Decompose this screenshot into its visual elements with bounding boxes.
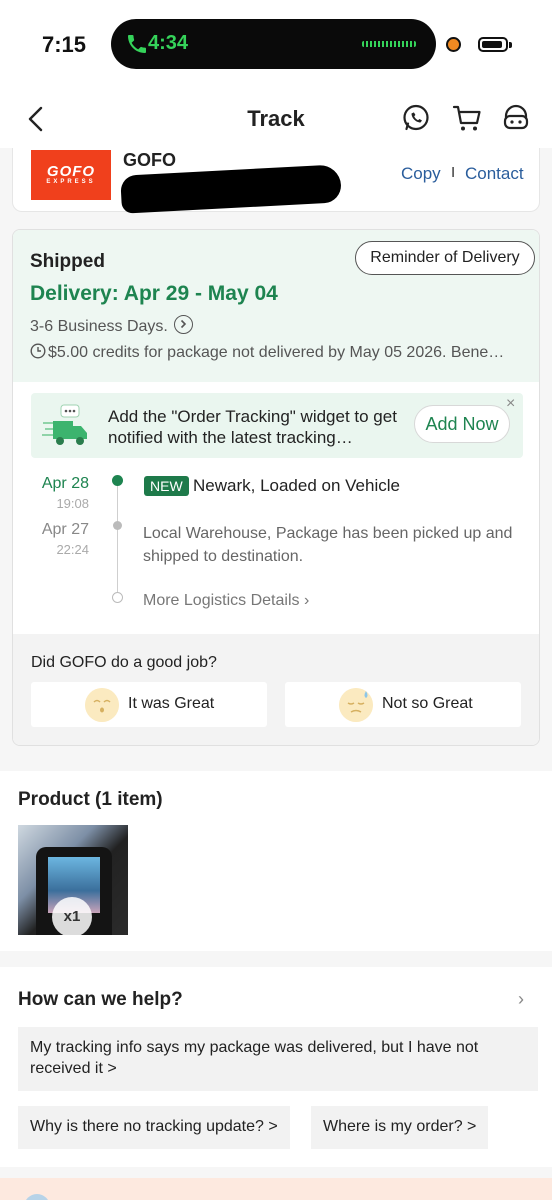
- nav-bar: Track: [0, 90, 552, 148]
- chevron-right-icon[interactable]: ›: [518, 989, 524, 1010]
- waveform-icon: [362, 41, 416, 47]
- timeline-date: Apr 28: [41, 475, 89, 492]
- redacted-tracking-number: [120, 164, 342, 214]
- courier-card: GOFO EXPRESS GOFO Copy I Contact: [12, 148, 540, 214]
- timeline-time: 22:24: [56, 542, 89, 557]
- help-section: How can we help? › My tracking info says…: [0, 967, 552, 1167]
- clock-icon: [30, 343, 46, 359]
- close-icon[interactable]: ×: [506, 395, 515, 413]
- faq-item[interactable]: Why is there no tracking update? >: [18, 1106, 290, 1149]
- product-image[interactable]: x1: [18, 825, 128, 935]
- faq-item[interactable]: My tracking info says my package was del…: [18, 1027, 538, 1091]
- battery-level: [482, 41, 502, 48]
- battery-icon: [478, 37, 508, 52]
- call-timer: 4:34: [148, 32, 189, 54]
- delivery-truck-icon: [42, 404, 87, 445]
- link-separator: I: [451, 164, 456, 181]
- courier-name: GOFO: [123, 150, 176, 170]
- not-great-label: Not so Great: [382, 695, 473, 712]
- delivery-summary: Shipped Reminder of Delivery Delivery: A…: [13, 230, 539, 382]
- widget-promo-banner: Add the "Order Tracking" widget to get n…: [31, 393, 523, 458]
- feedback-section: Did GOFO do a good job? It was Great Not…: [13, 634, 539, 745]
- happy-face-icon: [85, 688, 119, 722]
- business-days-text: 3-6 Business Days.: [30, 318, 168, 335]
- whatsapp-icon[interactable]: [400, 102, 432, 134]
- more-logistics-link[interactable]: More Logistics Details ›: [143, 592, 309, 610]
- product-section: Product (1 item) x1: [0, 771, 552, 951]
- product-title: Product (1 item): [18, 789, 163, 810]
- courier-logo-text: GOFO: [46, 163, 96, 180]
- quantity-badge: x1: [52, 897, 92, 935]
- delivery-window: Delivery: Apr 29 - May 04: [30, 282, 278, 305]
- courier-logo-subtext: EXPRESS: [46, 179, 96, 185]
- faq-item[interactable]: Where is my order? >: [311, 1106, 489, 1149]
- shipment-status: Shipped: [30, 251, 105, 272]
- bottom-banner: [0, 1178, 552, 1200]
- copy-link[interactable]: Copy: [401, 164, 441, 184]
- battery-tip: [509, 42, 512, 48]
- timeline-dot: [113, 521, 122, 530]
- not-great-feedback-button[interactable]: Not so Great: [285, 682, 521, 727]
- add-now-button[interactable]: Add Now: [414, 405, 510, 443]
- tracking-card: Shipped Reminder of Delivery Delivery: A…: [12, 229, 540, 746]
- status-time: 7:15: [42, 32, 87, 57]
- timeline-event: Local Warehouse, Package has been picked…: [143, 525, 513, 565]
- reminder-of-delivery-button[interactable]: Reminder of Delivery: [355, 241, 535, 275]
- courier-logo: GOFO EXPRESS: [31, 150, 111, 200]
- help-title: How can we help?: [18, 989, 183, 1010]
- new-badge: NEW: [144, 476, 189, 496]
- phone-icon: [128, 35, 146, 53]
- timeline-line: [117, 482, 118, 598]
- widget-promo-text: Add the "Order Tracking" widget to get n…: [108, 407, 397, 447]
- great-feedback-button[interactable]: It was Great: [31, 682, 267, 727]
- chevron-circle-icon[interactable]: [174, 315, 194, 334]
- credits-row[interactable]: $5.00 credits for package not delivered …: [30, 343, 530, 362]
- feedback-question: Did GOFO do a good job?: [31, 654, 217, 671]
- timeline-dot-more: [112, 592, 123, 603]
- contact-link[interactable]: Contact: [465, 164, 524, 184]
- status-bar: 7:15 4:34: [0, 0, 552, 90]
- dynamic-island[interactable]: 4:34: [111, 19, 436, 69]
- timeline-dot-current: [112, 475, 123, 486]
- business-days-row: 3-6 Business Days.: [30, 315, 194, 336]
- customer-service-icon[interactable]: [500, 102, 532, 134]
- credits-note: $5.00 credits for package not delivered …: [48, 344, 505, 361]
- timeline-event-latest: Newark, Loaded on Vehicle: [193, 476, 400, 495]
- sad-face-icon: [339, 688, 373, 722]
- recording-indicator-icon: [446, 37, 461, 52]
- great-label: It was Great: [128, 695, 215, 712]
- timeline-time: 19:08: [56, 496, 89, 511]
- cart-icon[interactable]: [451, 102, 483, 134]
- timeline-date: Apr 27: [41, 521, 89, 538]
